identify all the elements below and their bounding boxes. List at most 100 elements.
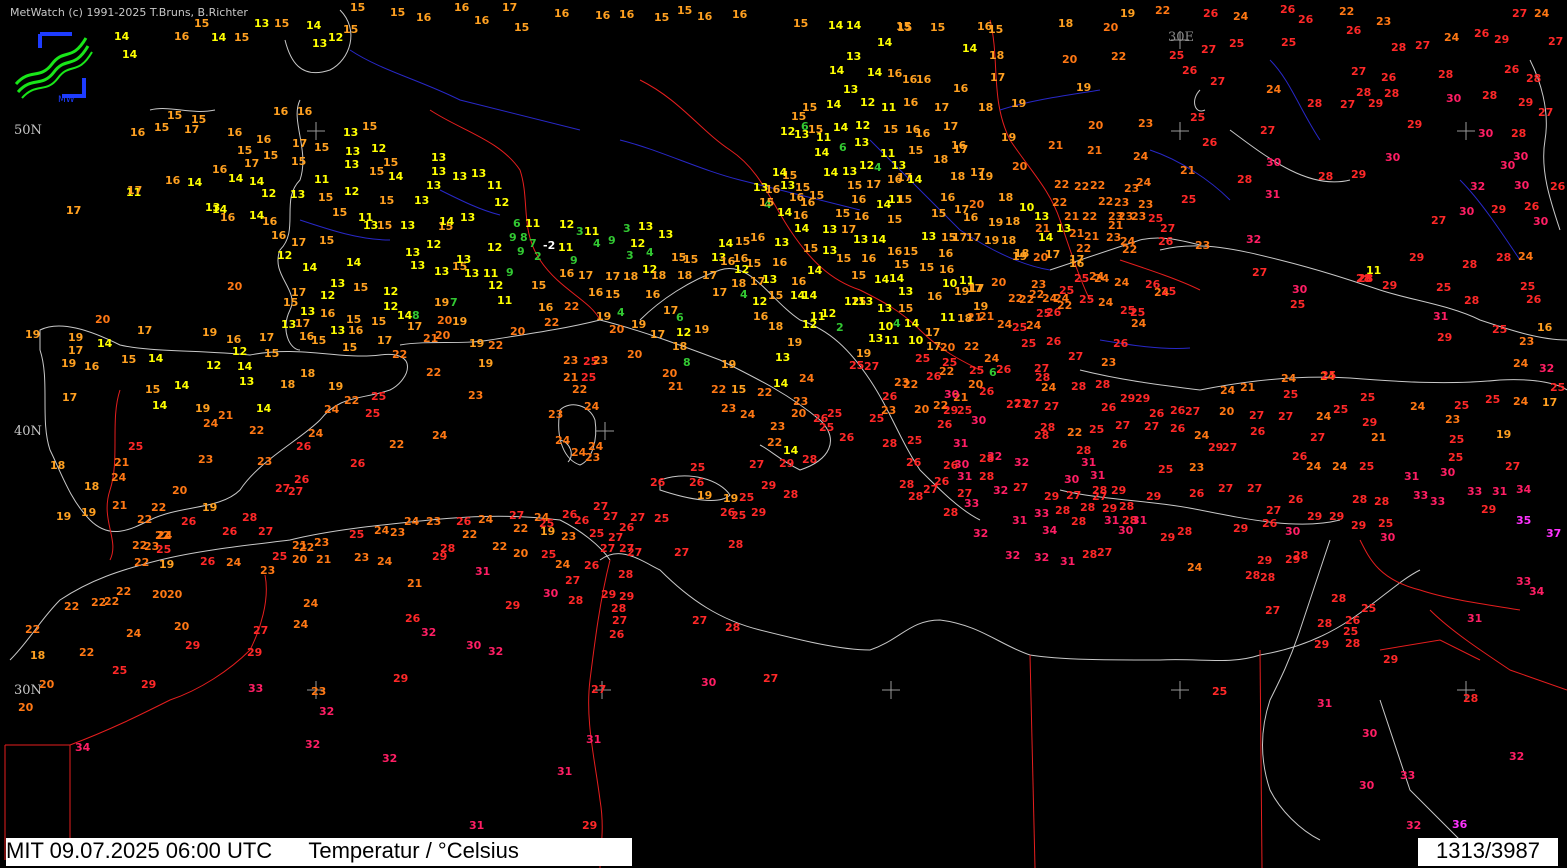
station-temperature: 24 xyxy=(740,408,756,421)
station-temperature: 14 xyxy=(807,264,823,277)
station-temperature: 22 xyxy=(757,386,773,399)
station-temperature: 12 xyxy=(261,187,277,200)
station-temperature: 27 xyxy=(565,574,581,587)
station-temperature: 6 xyxy=(839,141,847,154)
station-temperature: 27 xyxy=(1185,405,1201,418)
station-temperature: 13 xyxy=(400,219,416,232)
station-temperature: 10 xyxy=(1019,201,1035,214)
station-temperature: 24 xyxy=(1220,384,1236,397)
station-temperature: 16 xyxy=(902,73,918,86)
station-temperature: 30 xyxy=(1478,127,1494,140)
station-temperature: 12 xyxy=(752,295,768,308)
station-temperature: 24 xyxy=(1026,319,1042,332)
station-temperature: 27 xyxy=(674,546,690,559)
station-temperature: 15 xyxy=(988,23,1004,36)
station-temperature: 25 xyxy=(589,527,605,540)
station-temperature: 22 xyxy=(389,438,405,451)
station-temperature: 24 xyxy=(157,529,173,542)
station-temperature: 23 xyxy=(1189,461,1205,474)
station-temperature: 13 xyxy=(452,170,468,183)
station-temperature: 24 xyxy=(374,524,390,537)
station-temperature: 29 xyxy=(505,599,521,612)
station-temperature: 26 xyxy=(1149,407,1165,420)
station-temperature: 27 xyxy=(1066,489,1082,502)
station-temperature: 21 xyxy=(1180,164,1196,177)
station-temperature: 19 xyxy=(202,501,218,514)
station-temperature: 27 xyxy=(1340,98,1356,111)
station-temperature: 12 xyxy=(559,218,575,231)
station-temperature: 28 xyxy=(1035,371,1051,384)
station-temperature: 16 xyxy=(165,174,181,187)
station-temperature: 15 xyxy=(362,120,378,133)
station-temperature: 26 xyxy=(1288,493,1304,506)
station-temperature: 22 xyxy=(964,340,980,353)
station-temperature: 13 xyxy=(410,259,426,272)
station-temperature: 28 xyxy=(783,488,799,501)
station-temperature: 17 xyxy=(953,143,969,156)
station-temperature: 14 xyxy=(833,121,849,134)
station-temperature: 29 xyxy=(1285,553,1301,566)
station-temperature: 16 xyxy=(299,330,315,343)
station-temperature: 27 xyxy=(630,511,646,524)
station-temperature: 15 xyxy=(167,109,183,122)
station-temperature: 18 xyxy=(998,191,1014,204)
station-temperature: 25 xyxy=(731,509,747,522)
station-temperature: 20 xyxy=(174,620,190,633)
station-temperature: 22 xyxy=(1111,50,1127,63)
station-temperature: 25 xyxy=(1520,280,1536,293)
station-temperature: 25 xyxy=(1448,451,1464,464)
station-temperature: 3 xyxy=(623,222,631,235)
station-temperature: 20 xyxy=(1012,160,1028,173)
station-temperature: 16 xyxy=(262,215,278,228)
station-temperature: 20 xyxy=(95,313,111,326)
station-temperature: 12 xyxy=(426,238,442,251)
station-temperature: 28 xyxy=(908,490,924,503)
station-temperature: 17 xyxy=(292,137,308,150)
station-temperature: 32 xyxy=(1539,362,1555,375)
station-temperature: 27 xyxy=(253,624,269,637)
station-temperature: 24 xyxy=(555,558,571,571)
station-temperature: 14 xyxy=(397,309,413,322)
station-temperature: 12 xyxy=(859,159,875,172)
station-temperature: 29 xyxy=(1382,279,1398,292)
station-temperature: 25 xyxy=(1290,298,1306,311)
station-temperature: 18 xyxy=(677,269,693,282)
station-temperature: 24 xyxy=(1534,7,1550,20)
station-temperature: 18 xyxy=(672,340,688,353)
station-temperature: 13 xyxy=(842,165,858,178)
station-temperature: 12 xyxy=(494,196,510,209)
station-temperature: 25 xyxy=(1190,111,1206,124)
station-temperature: 29 xyxy=(779,457,795,470)
station-temperature: 26 xyxy=(943,459,959,472)
footer-datetime-parameter: MIT 09.07.2025 06:00 UTC Temperatur / °C… xyxy=(6,838,632,866)
station-temperature: 25 xyxy=(869,412,885,425)
station-temperature: 19 xyxy=(973,300,989,313)
station-temperature: 25 xyxy=(1079,293,1095,306)
station-temperature: 30 xyxy=(1500,159,1516,172)
station-temperature: 26 xyxy=(296,440,312,453)
station-temperature: 20 xyxy=(1103,21,1119,34)
station-temperature: 23 xyxy=(770,420,786,433)
station-temperature: -2 xyxy=(543,239,556,252)
station-temperature: 27 xyxy=(749,458,765,471)
station-temperature: 16 xyxy=(645,288,661,301)
station-temperature: 15 xyxy=(851,269,867,282)
station-temperature: 26 xyxy=(689,476,705,489)
station-temperature: 16 xyxy=(887,67,903,80)
station-temperature: 24 xyxy=(799,372,815,385)
station-temperature: 32 xyxy=(421,626,437,639)
station-temperature: 24 xyxy=(226,556,242,569)
station-temperature: 26 xyxy=(906,456,922,469)
station-temperature: 17 xyxy=(750,275,766,288)
station-temperature: 15 xyxy=(377,219,393,232)
station-temperature: 12 xyxy=(232,345,248,358)
station-temperature: 36 xyxy=(1452,818,1468,831)
station-temperature: 29 xyxy=(1257,554,1273,567)
station-temperature: 27 xyxy=(627,546,643,559)
station-temperature: 15 xyxy=(908,144,924,157)
station-temperature: 28 xyxy=(1071,380,1087,393)
station-temperature: 20 xyxy=(1219,405,1235,418)
station-temperature: 25 xyxy=(1436,281,1452,294)
lat-label-50n: 50N xyxy=(14,123,42,138)
station-temperature: 22 xyxy=(137,513,153,526)
